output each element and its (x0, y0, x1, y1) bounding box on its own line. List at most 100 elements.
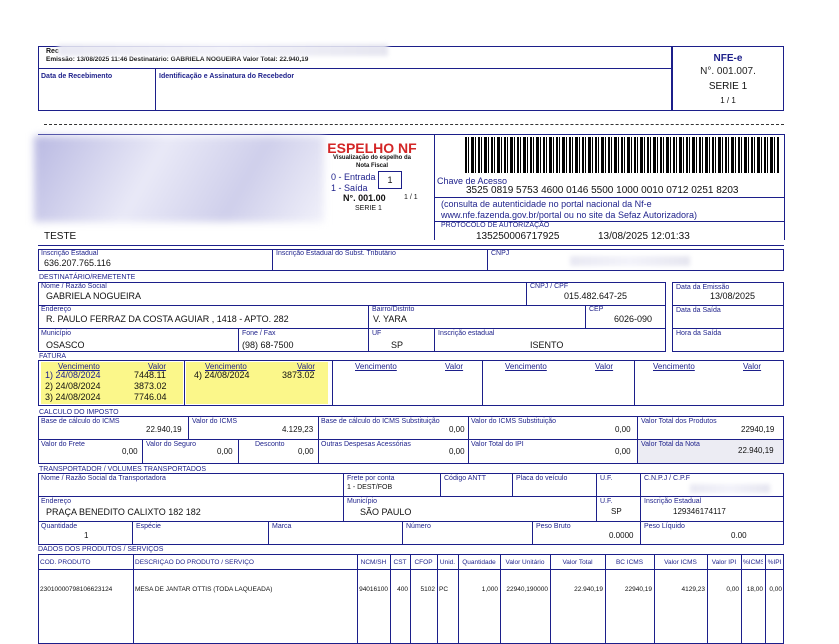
prod-header-cell: Quantidade (462, 559, 496, 566)
receipt-prefix: Rec (46, 48, 59, 55)
dest-mun-label: Município (41, 330, 71, 337)
fat-c2-r1-a: 3873.02 (282, 370, 315, 380)
prod-header-cell: Valor Unitário (505, 559, 545, 566)
emit-ie-label: Inscrição Estadual (41, 250, 99, 257)
protocolo-date: 13/08/2025 12:01:33 (598, 231, 690, 242)
prod-cell: 1,000 (481, 586, 498, 593)
tr-antt-label: Código ANTT (444, 475, 487, 482)
prod-col-divider (458, 554, 459, 644)
dest-uf: SP (391, 340, 404, 350)
dest-h2 (38, 328, 666, 329)
tr-v4 (596, 473, 597, 521)
emit-cnpj-redaction (570, 256, 690, 266)
prod-col-divider (390, 554, 391, 644)
protocolo-label: PROTOCOLO DE AUTORIZAÇÃO (441, 222, 550, 229)
page: { "receipt": { "prefix": "Rec", "line": … (0, 0, 839, 644)
prod-cell: 22940,190000 (506, 586, 548, 593)
fat-c3-venc-h: Vencimento (355, 362, 397, 371)
prod-header-cell: CÓD. PRODUTO (40, 559, 91, 566)
tr-nome-label: Nome / Razão Social da Transportadora (41, 475, 166, 482)
tr-pl: 0.00 (731, 531, 747, 540)
fat-c1-r3-a: 7746.04 (134, 392, 167, 402)
tr-v5 (640, 473, 641, 545)
ie-div1 (272, 249, 273, 271)
receipt-divider (38, 68, 672, 69)
emissao-label: Data da Emissão (676, 284, 730, 291)
prod-header-cell: %IPI (767, 559, 782, 566)
fatura-section: FATURA (39, 353, 67, 360)
tr-marca-label: Marca (272, 523, 292, 530)
ie-div2 (487, 249, 488, 271)
dest-v-cpf (526, 282, 527, 305)
dest-cep: 6026-090 (614, 314, 653, 324)
imp-v1 (188, 416, 189, 439)
seguro: 0,00 (217, 447, 233, 456)
tr-v2 (440, 473, 441, 496)
emitente-redaction (34, 136, 324, 222)
cut-line (44, 124, 784, 125)
prod-cell: 0,00 (769, 586, 782, 593)
prod-col-divider (707, 554, 708, 644)
tr-uf-label: U.F. (600, 475, 613, 482)
dest-municipio: OSASCO (46, 340, 85, 350)
fat-c1-r3-v: 3) 24/08/2024 (45, 392, 101, 402)
v-icms: 4.129,23 (282, 425, 314, 434)
seguro-label: Valor do Seguro (146, 441, 197, 448)
prod-col-divider (605, 554, 606, 644)
fat-c1-r1-v: 1) 24/08/2024 (45, 370, 101, 380)
tr-v7 (268, 521, 269, 545)
tr-mun-label: Município (347, 498, 377, 505)
prod-col-divider (741, 554, 742, 644)
saida-label: Data da Saída (676, 307, 721, 314)
imp-v2 (318, 416, 319, 464)
dest-cpf: 015.482.647-25 (564, 291, 628, 301)
outras: 0,00 (449, 447, 465, 456)
emissao-value: 13/08/2025 (710, 291, 756, 301)
produtos-box (38, 554, 784, 644)
tipo-value: 1 (387, 175, 393, 185)
dest-fone: (98) 68-7500 (242, 340, 294, 350)
dest-cpf-label: CNPJ / CPF (530, 283, 569, 290)
fatura-v2 (332, 360, 333, 406)
fat-c3-valor-h: Valor (445, 362, 464, 371)
tr-v1 (343, 473, 344, 521)
tr-numero-label: Número (406, 523, 431, 530)
tr-qtd: 1 (84, 531, 89, 540)
prod-cell: PC (439, 586, 449, 593)
fat-c5-valor-h: Valor (743, 362, 762, 371)
prod-header-cell: DESCRIÇÃO DO PRODUTO / SERVIÇO (135, 559, 254, 566)
receipt-nfe-number: N°. 001.007. (700, 66, 756, 77)
prod-header-cell: NCM/SH (360, 559, 387, 566)
imposto-section: CALCULO DO IMPOSTO (39, 409, 119, 416)
tr-cnpj-label: C.N.P.J / C.P.F (644, 475, 691, 482)
receipt-vdivider (155, 68, 156, 111)
prod-header-cell: Valor Total (562, 559, 593, 566)
emit-cnpj-label: CNPJ (491, 250, 510, 257)
dest-bairro: V. YARA (373, 314, 407, 324)
prod-cell: MESA DE JANTAR OTTIS (TODA LAQUEADA) (135, 586, 273, 593)
prod-col-divider (410, 554, 411, 644)
produtos-section: DADOS DOS PRODUTOS / SERVIÇOS (38, 546, 164, 553)
nf-folha: 1 / 1 (404, 194, 418, 201)
dest-v-ie (434, 328, 435, 352)
prod-header-cell: Valor ICMS (664, 559, 697, 566)
prod-cell: 22.940,19 (574, 586, 603, 593)
hora-saida-label: Hora da Saída (676, 330, 722, 337)
tr-placa-label: Placa do veículo (516, 475, 568, 482)
bc-icms: 22.940,19 (146, 425, 182, 434)
tr-v3 (512, 473, 513, 496)
bc-st-label: Base de cálculo do ICMS Substituição (321, 418, 440, 425)
dest-v-fone (238, 328, 239, 352)
bc-icms-label: Base de cálculo do ICMS (41, 418, 120, 425)
tr-pl-label: Peso Líquido (644, 523, 685, 530)
v-prod: 22940,19 (741, 425, 775, 434)
tipo-saida: 1 - Saída (331, 183, 368, 193)
prod-col-divider (550, 554, 551, 644)
receipt-date-label: Data de Recebimento (41, 73, 113, 80)
dest-nome-label: Nome / Razão Social (41, 283, 107, 290)
tr-uf2-label: U.F. (600, 498, 613, 505)
imp-v5 (142, 439, 143, 464)
dest-ie-label: Inscrição estadual (438, 330, 495, 337)
receipt-nfe-serie: SERIE 1 (708, 81, 748, 92)
tr-uf2: SP (611, 507, 622, 516)
